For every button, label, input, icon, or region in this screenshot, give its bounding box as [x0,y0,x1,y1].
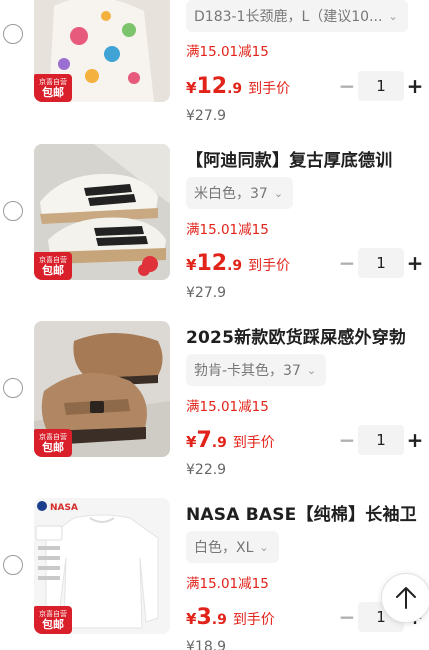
decrease-button[interactable]: − [336,605,358,629]
increase-button[interactable]: + [404,74,426,98]
badge-line1: 京喜自营 [39,77,67,86]
price-integer: 12 [196,251,228,276]
price: ¥ 12 .9 到手价 [186,74,290,99]
cart-item: NASA 京喜自营 包邮 NASA BASE【纯棉】长袖卫 白色，XL ⌄ 满1… [0,459,429,650]
badge-line2: 包邮 [42,617,64,631]
quantity-input[interactable]: 1 [358,71,404,101]
badge-line1: 京喜自营 [39,609,67,618]
price-tag: 到手价 [248,81,291,97]
spec-selector[interactable]: 米白色，37 ⌄ [186,177,294,209]
price-currency: ¥ [186,433,197,451]
chevron-down-icon: ⌄ [306,363,317,377]
price-decimal: .9 [211,435,227,451]
jingxi-badge: 京喜自营 包邮 [34,429,72,457]
price-currency: ¥ [186,256,197,274]
price-integer: 3 [196,605,212,630]
chevron-down-icon: ⌄ [273,186,284,200]
cart-item: 京喜自营 包邮 2025新款欧货踩屎感外穿勃 勃肯-卡其色，37 ⌄ 满15.0… [0,282,429,478]
badge-line1: 京喜自营 [39,432,67,441]
price-decimal: .9 [227,81,243,97]
jingxi-badge: 京喜自营 包邮 [34,74,72,102]
product-title[interactable]: NASA BASE【纯棉】长袖卫 [186,500,422,525]
jingxi-badge: 京喜自营 包邮 [34,252,72,280]
quantity-stepper: − 1 + [336,425,428,455]
chevron-down-icon: ⌄ [259,540,269,554]
promo-text: 满15.01减15 [186,576,269,592]
increase-button[interactable]: + [404,251,426,275]
spec-text: D183-1长颈鹿，L（建议10... [194,9,383,25]
select-radio[interactable] [3,24,23,44]
cart-item: 京喜自营 包邮 【阿迪同款】复古厚底德训 米白色，37 ⌄ 满15.01减15 … [0,105,429,301]
price-tag: 到手价 [248,258,291,274]
badge-line2: 包邮 [42,263,64,277]
badge-line2: 包邮 [42,85,64,99]
original-price: ¥18.9 [186,639,227,650]
price: ¥ 3 .9 到手价 [186,605,275,630]
spec-selector[interactable]: D183-1长颈鹿，L（建议10... ⌄ [186,0,408,32]
decrease-button[interactable]: − [336,251,358,275]
select-radio[interactable] [3,201,23,221]
price-integer: 7 [196,428,212,453]
promo-text: 满15.01减15 [186,44,269,60]
product-title[interactable]: 【阿迪同款】复古厚底德训 [186,146,422,171]
spec-text: 白色，XL [194,540,254,556]
price-tag: 到手价 [232,612,275,628]
select-radio[interactable] [3,555,23,575]
quantity-input[interactable]: 1 [358,425,404,455]
cart-item: 京喜自营 包邮 D183-1长颈鹿，L（建议10... ⌄ 满15.01减15 … [0,0,429,124]
price-integer: 12 [196,74,228,99]
price: ¥ 7 .9 到手价 [186,428,275,453]
nasa-logo: NASA [50,503,78,513]
quantity-stepper: − 1 + [336,248,428,278]
product-title[interactable]: 2025新款欧货踩屎感外穿勃 [186,323,422,348]
spec-selector[interactable]: 白色，XL ⌄ [186,531,279,563]
decrease-button[interactable]: − [336,428,358,452]
spec-text: 勃肯-卡其色，37 [194,363,301,379]
price: ¥ 12 .9 到手价 [186,251,290,276]
spec-text: 米白色，37 [194,186,268,202]
select-radio[interactable] [3,378,23,398]
price-decimal: .9 [227,258,243,274]
badge-line2: 包邮 [42,440,64,454]
quantity-input[interactable]: 1 [358,248,404,278]
price-tag: 到手价 [232,435,275,451]
spec-selector[interactable]: 勃肯-卡其色，37 ⌄ [186,354,327,386]
promo-text: 满15.01减15 [186,222,269,238]
jingxi-badge: 京喜自营 包邮 [34,606,72,634]
price-decimal: .9 [211,612,227,628]
increase-button[interactable]: + [404,428,426,452]
price-currency: ¥ [186,79,197,97]
price-currency: ¥ [186,610,197,628]
decrease-button[interactable]: − [336,74,358,98]
promo-text: 满15.01减15 [186,399,269,415]
arrow-up-icon [396,587,416,609]
badge-line1: 京喜自营 [39,255,67,264]
chevron-down-icon: ⌄ [388,9,398,23]
scroll-top-button[interactable] [381,573,429,623]
quantity-stepper: − 1 + [336,71,428,101]
